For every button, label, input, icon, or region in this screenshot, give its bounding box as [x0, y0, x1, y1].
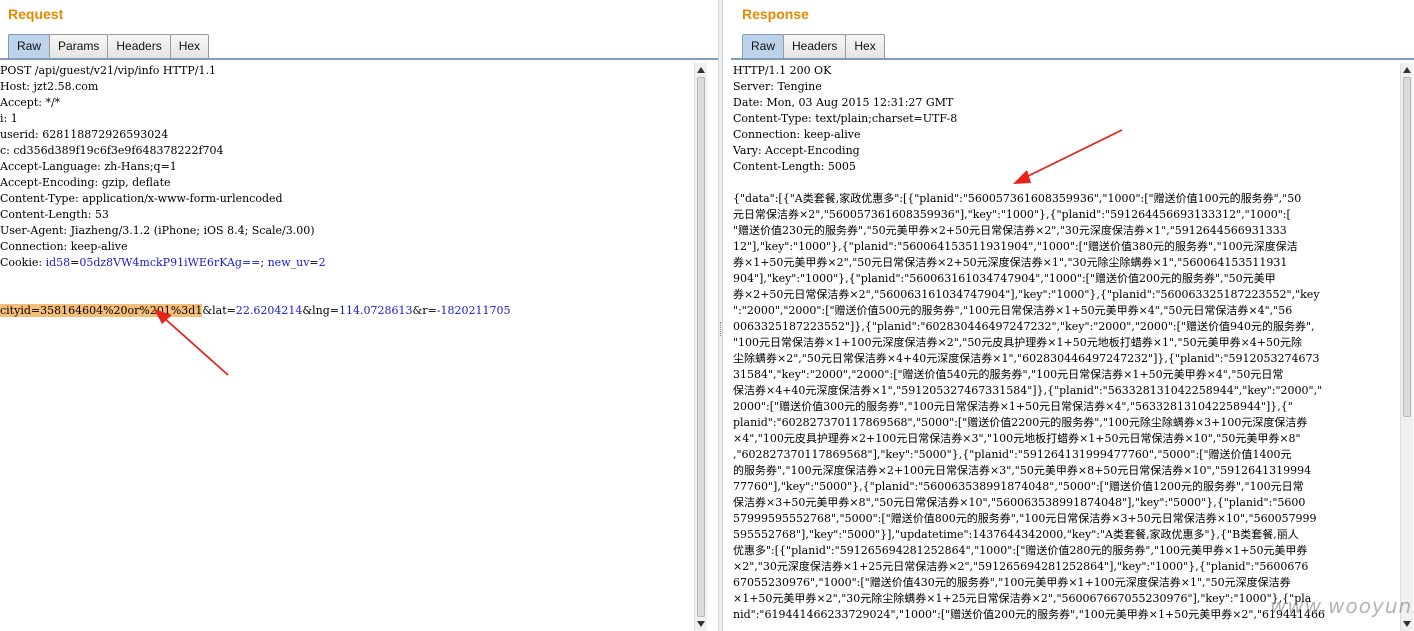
- response-scroll-thumb[interactable]: [1403, 77, 1411, 417]
- response-body-line: ×4","100元皮具护理券×2+100元日常保洁券×3","100元地板打蜡券…: [733, 432, 1301, 445]
- response-header-line: Vary: Accept-Encoding: [733, 144, 860, 157]
- response-body-line: ":"2000","2000":["赠送价值500元的服务券","100元日常保…: [733, 304, 1293, 317]
- response-body-line: ×2","30元深度保洁券×1+25元日常保洁券×2","59126569428…: [733, 560, 1309, 573]
- response-header-line: Server: Tengine: [733, 80, 822, 93]
- response-body-line: 2000":["赠送价值300元的服务券","100元日常保洁券×1+50元日常…: [733, 400, 1293, 413]
- response-body-line: 0063325187223552"]},{"planid":"602830446…: [733, 320, 1315, 333]
- param-eq: =: [427, 304, 437, 317]
- response-pane: Response Raw Headers Hex HTTP/1.1 200 OK…: [723, 0, 1414, 631]
- response-body-line: 67055230976","1000":["赠送价值430元的服务券","100…: [733, 576, 1291, 589]
- response-body-line: 595552768"],"key":"5000"}],"updatetime":…: [733, 528, 1299, 541]
- scroll-down-arrow-icon[interactable]: [697, 621, 705, 627]
- response-tab-raw[interactable]: Raw: [742, 34, 785, 58]
- param-lat-key: &lat: [202, 304, 227, 317]
- request-tab-headers[interactable]: Headers: [107, 34, 171, 58]
- response-body-line: 904"],"key":"1000"},{"planid":"560063161…: [733, 272, 1276, 285]
- splitter-grip-icon[interactable]: [720, 322, 722, 336]
- response-tab-hex[interactable]: Hex: [845, 34, 885, 58]
- response-body-line: 57999595552768","5000":["赠送价值800元的服务券","…: [733, 512, 1317, 525]
- request-body-line: cityid=358164604%20or%201%3d1&lat=22.620…: [0, 303, 692, 319]
- response-body-line: 77760"],"key":"5000"},{"planid":"5600635…: [733, 480, 1304, 493]
- param-eq: =: [226, 304, 236, 317]
- request-line: POST /api/guest/v21/vip/info HTTP/1.1: [0, 64, 216, 77]
- request-line: userid: 628118872926593024: [0, 128, 169, 141]
- response-header-line: Content-Length: 5005: [733, 160, 856, 173]
- request-pane: Request Raw Params Headers Hex POST /api…: [0, 0, 718, 631]
- cookie-key-new-uv: new_uv: [267, 256, 310, 269]
- response-body-line: 优惠多":[{"planid":"591265694281252864","10…: [733, 544, 1308, 557]
- request-editor[interactable]: POST /api/guest/v21/vip/info HTTP/1.1 Ho…: [0, 63, 692, 631]
- request-tab-params[interactable]: Params: [49, 34, 109, 58]
- injection-payload-highlight: cityid=358164604%20or%201%3d1: [0, 304, 203, 317]
- request-title: Request: [8, 6, 64, 22]
- response-body-line: "100元日常保洁券×1+100元深度保洁券×2","50元皮具护理券×1+50…: [733, 336, 1302, 349]
- request-line: Accept-Language: zh-Hans;q=1: [0, 160, 177, 173]
- cookie-key-id58: id58: [45, 256, 71, 269]
- cookie-line: Cookie: id58=05dz8VW4mckP91iWE6rKAg==; n…: [0, 255, 692, 271]
- response-header-line: Connection: keep-alive: [733, 128, 861, 141]
- param-eq: =: [329, 304, 340, 317]
- request-scroll-thumb[interactable]: [697, 77, 705, 617]
- response-scrollbar[interactable]: [1400, 63, 1413, 631]
- request-scrollbar[interactable]: [694, 63, 707, 631]
- cookie-value-id58: 05dz8VW4mckP91iWE6rKAg==: [79, 256, 261, 269]
- param-lat-value: 22.6204214: [235, 304, 303, 317]
- response-body-line: ,"602827370117869568"],"key":"5000"},{"p…: [733, 448, 1292, 461]
- request-line: c: cd356d389f19c6f3e9f648378222f704: [0, 144, 224, 157]
- request-line: Accept: */*: [0, 96, 61, 109]
- response-body-line: 元日常保洁券×2","560057361608359936"],"key":"1…: [733, 208, 1291, 221]
- param-lng-value: 114.0728613: [339, 304, 413, 317]
- response-header-line: HTTP/1.1 200 OK: [733, 64, 832, 77]
- param-lng-key: &lng: [302, 304, 330, 317]
- response-body-line: "赠送价值230元的服务券","50元美甲券×2+50元日常保洁券×2","30…: [733, 224, 1287, 237]
- response-tab-headers[interactable]: Headers: [783, 34, 847, 58]
- response-body-line: 保洁券×3+50元美甲券×8","50元日常保洁券×10","560063538…: [733, 496, 1306, 509]
- response-body-line: 的服务券","100元深度保洁券×2+100元日常保洁券×3","50元美甲券×…: [733, 464, 1312, 477]
- request-line: i: 1: [0, 112, 18, 125]
- response-title: Response: [742, 6, 809, 22]
- watermark-text: www.wooyun.org: [1270, 594, 1414, 618]
- request-tabbar: Raw Params Headers Hex: [8, 34, 210, 58]
- request-line: User-Agent: Jiazheng/3.1.2 (iPhone; iOS …: [0, 224, 315, 237]
- request-tab-hex[interactable]: Hex: [169, 34, 210, 58]
- param-r-value: -1820211705: [436, 304, 511, 317]
- scroll-down-arrow-icon[interactable]: [1403, 621, 1411, 627]
- cookie-eq: =: [309, 256, 319, 269]
- scroll-up-arrow-icon[interactable]: [697, 67, 705, 73]
- response-body-line: 尘除螨券×2","50元日常保洁券×4+40元深度保洁券×1","6028304…: [733, 352, 1320, 365]
- scroll-up-arrow-icon[interactable]: [1403, 67, 1411, 73]
- request-tab-raw[interactable]: Raw: [8, 34, 51, 58]
- request-line: Host: jzt2.58.com: [0, 80, 99, 93]
- cookie-value-new-uv: 2: [318, 256, 326, 269]
- response-body-line: 券×2+50元日常保洁券×2","560063161034747904"],"k…: [733, 288, 1320, 301]
- cookie-prefix: Cookie:: [0, 256, 46, 269]
- response-body-line: planid":"602827370117869568","5000":["赠送…: [733, 416, 1308, 429]
- cookie-eq: =: [70, 256, 80, 269]
- response-tab-underline: [731, 58, 1414, 60]
- response-body-line: 券×1+50元美甲券×2","50元日常保洁券×2+50元深度保洁券×1","3…: [733, 256, 1288, 269]
- response-tabbar: Raw Headers Hex: [742, 34, 885, 58]
- param-r-key: &r: [412, 304, 428, 317]
- cookie-sep: ;: [260, 256, 268, 269]
- response-body-line: {"data":[{"A类套餐,家政优惠多":[{"planid":"56005…: [733, 192, 1302, 205]
- response-header-line: Content-Type: text/plain;charset=UTF-8: [733, 112, 958, 125]
- request-line: Content-Type: application/x-www-form-url…: [0, 192, 283, 205]
- request-line: Content-Length: 53: [0, 208, 109, 221]
- response-body-line: 31584","key":"2000","2000":["赠送价值540元的服务…: [733, 368, 1284, 381]
- request-line: Connection: keep-alive: [0, 240, 128, 253]
- request-tab-underline: [0, 58, 718, 60]
- response-header-line: Date: Mon, 03 Aug 2015 12:31:27 GMT: [733, 96, 954, 109]
- response-body-line: 保洁券×4+40元深度保洁券×1","591205327467331584"]}…: [733, 384, 1323, 397]
- response-editor[interactable]: HTTP/1.1 200 OK Server: Tengine Date: Mon,…: [733, 63, 1404, 631]
- response-body-line: 12"],"key":"1000"},{"planid":"5600641535…: [733, 240, 1298, 253]
- request-line: Accept-Encoding: gzip, deflate: [0, 176, 171, 189]
